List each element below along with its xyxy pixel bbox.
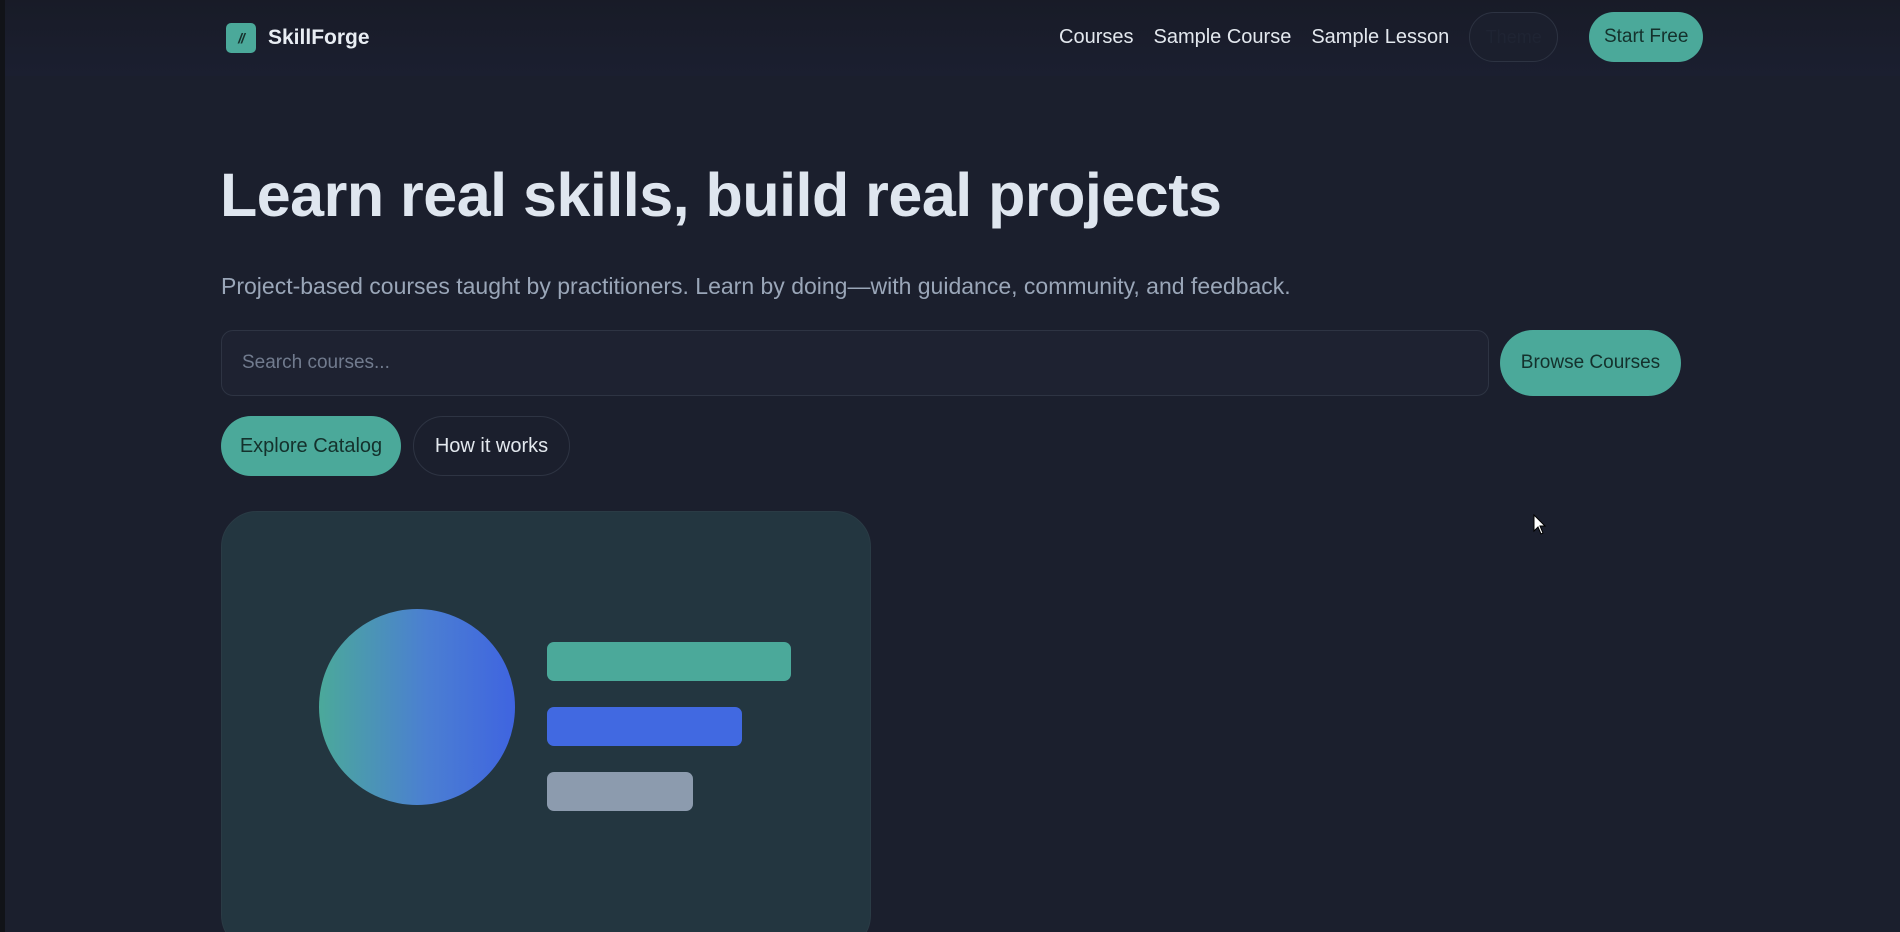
illustration-bar-3 [547,772,693,811]
illustration-bar-2 [547,707,742,746]
browse-courses-button[interactable]: Browse Courses [1500,330,1681,396]
page: // SkillForge Courses Sample Course Samp… [0,0,1900,932]
hero-illustration [221,511,871,932]
nav-link-courses[interactable]: Courses [1059,26,1133,49]
main-nav: Courses Sample Course Sample Lesson Them… [1059,12,1704,62]
nav-link-sample-lesson[interactable]: Sample Lesson [1311,26,1449,49]
explore-catalog-button[interactable]: Explore Catalog [221,416,401,476]
window-edge [0,0,5,932]
logo-mark-icon: // [226,23,256,53]
search-box [221,330,1489,396]
brand-name: SkillForge [268,26,370,49]
mouse-cursor-icon [1533,514,1547,535]
cta-row: Explore Catalog How it works [221,416,570,476]
hero-subtitle: Project-based courses taught by practiti… [221,273,1291,299]
illustration-bar-1 [547,642,791,681]
theme-toggle-button[interactable]: Theme [1469,12,1559,62]
illustration-circle [319,609,515,805]
search-input[interactable] [222,331,1488,395]
start-free-button[interactable]: Start Free [1589,12,1704,62]
nav-link-sample-course[interactable]: Sample Course [1153,26,1291,49]
how-it-works-button[interactable]: How it works [413,416,570,476]
brand-logo[interactable]: // SkillForge [226,23,370,53]
site-header: // SkillForge Courses Sample Course Samp… [5,0,1900,76]
hero-title: Learn real skills, build real projects [220,161,1222,229]
